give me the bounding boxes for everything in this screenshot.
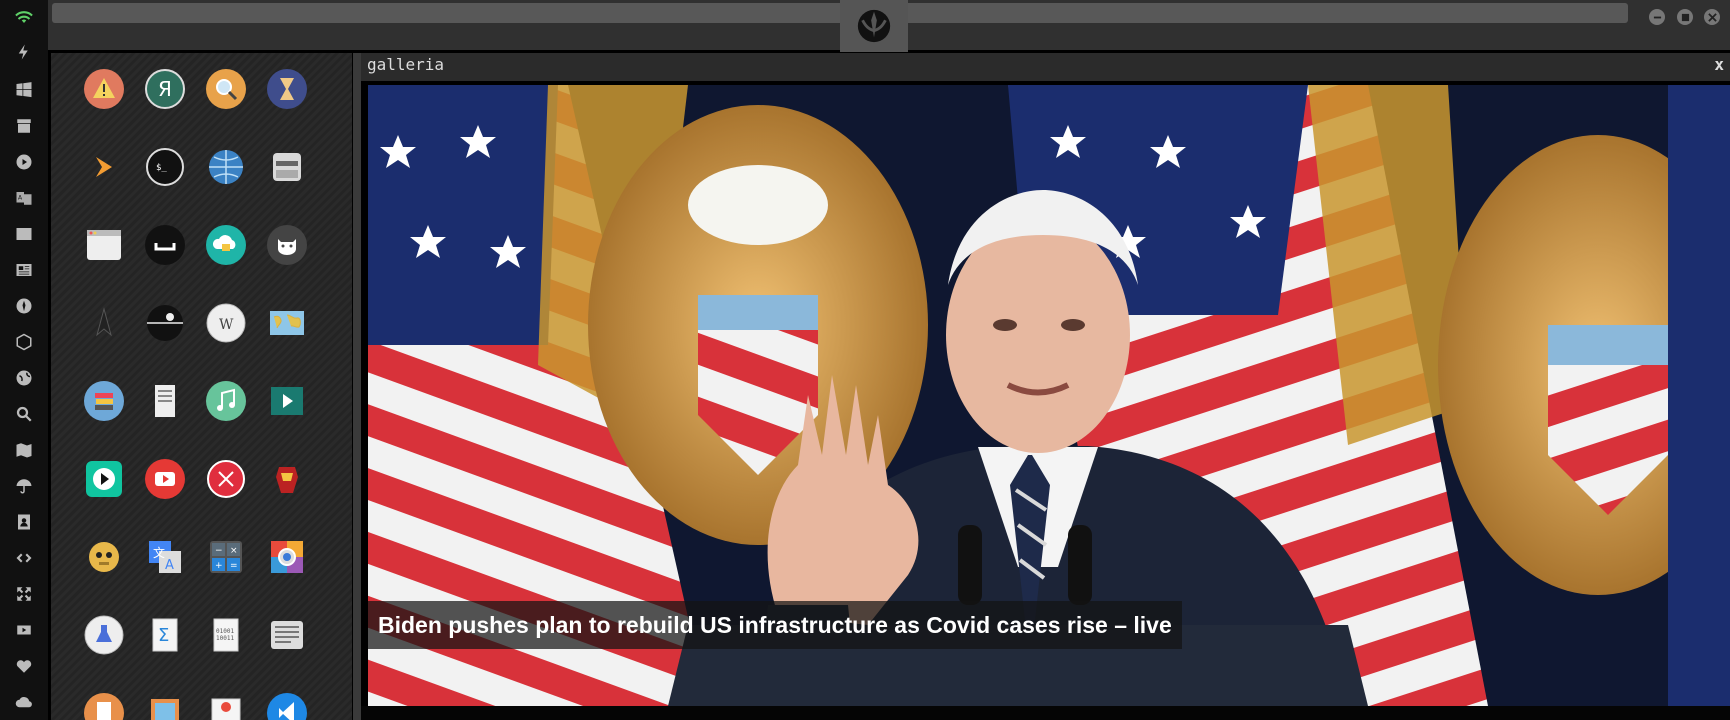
svg-text:$_: $_ — [156, 163, 167, 173]
maximize-button[interactable] — [1677, 9, 1693, 25]
binary-app-icon[interactable]: 01001 10011 — [206, 615, 246, 655]
text-app-icon[interactable] — [267, 615, 307, 655]
search-icon[interactable] — [12, 402, 36, 426]
image-viewer-app-icon[interactable] — [145, 693, 185, 720]
svg-text:−: − — [215, 546, 223, 556]
yandex-app-icon[interactable]: Я — [145, 69, 185, 109]
c3po-app-icon[interactable] — [84, 537, 124, 577]
image-icon[interactable] — [12, 222, 36, 246]
translate-icon[interactable]: A — [12, 186, 36, 210]
flash-icon[interactable] — [12, 40, 36, 64]
globe-app-icon[interactable] — [206, 147, 246, 187]
umbrella-icon[interactable] — [12, 474, 36, 498]
cloud-lock-app-icon[interactable] — [206, 225, 246, 265]
map-icon[interactable] — [12, 438, 36, 462]
svg-text:文: 文 — [153, 545, 165, 560]
archive-icon[interactable] — [12, 114, 36, 138]
hexagon-icon[interactable] — [12, 330, 36, 354]
globe-icon[interactable] — [12, 366, 36, 390]
code-icon[interactable] — [12, 546, 36, 570]
sigma-app-icon[interactable]: Σ — [145, 615, 185, 655]
windows-icon[interactable] — [12, 78, 36, 102]
wikipedia-app-icon[interactable]: W — [206, 303, 246, 343]
sublime-app-icon[interactable] — [84, 147, 124, 187]
svg-text:01001: 01001 — [216, 628, 234, 635]
calculator-app-icon[interactable]: − × + = — [206, 537, 246, 577]
photo-app-icon[interactable] — [267, 537, 307, 577]
svg-text:Σ: Σ — [158, 625, 169, 646]
contacts-icon[interactable] — [12, 510, 36, 534]
music-app-icon[interactable] — [206, 381, 246, 421]
drawer-scrollbar[interactable] — [353, 53, 361, 720]
close-window-button[interactable] — [1704, 9, 1720, 25]
github-app-icon[interactable] — [267, 225, 307, 265]
svg-text:×: × — [230, 546, 238, 556]
rebel-icon[interactable] — [12, 294, 36, 318]
svg-text:W: W — [219, 317, 234, 333]
hourglass-app-icon[interactable] — [267, 69, 307, 109]
play-icon[interactable] — [12, 150, 36, 174]
gallery-close-button[interactable]: x — [1714, 55, 1724, 74]
lab-app-icon[interactable] — [84, 615, 124, 655]
svg-text:10011: 10011 — [216, 635, 234, 642]
close-app-icon[interactable] — [206, 459, 246, 499]
warning-app-icon[interactable] — [84, 69, 124, 109]
svg-text:+: + — [215, 561, 223, 571]
startrek-app-icon[interactable] — [84, 303, 124, 343]
rebel-alliance-icon — [857, 9, 891, 43]
document-app-icon[interactable] — [84, 693, 124, 720]
gallery-title: galleria — [367, 55, 445, 74]
ubuntu-terminal-app-icon[interactable] — [145, 225, 185, 265]
cloud-icon[interactable] — [12, 690, 36, 714]
bottom-strip — [361, 706, 1730, 720]
deathstar-app-icon[interactable] — [145, 303, 185, 343]
notes-app-icon[interactable] — [145, 381, 185, 421]
gallery-header: galleria x — [361, 53, 1730, 81]
player-app-icon[interactable] — [84, 459, 124, 499]
gallery-caption: Biden pushes plan to rebuild US infrastr… — [368, 601, 1182, 649]
youtube-app-icon[interactable] — [145, 459, 185, 499]
youtube-icon[interactable] — [12, 618, 36, 642]
vscode-app-icon[interactable] — [267, 693, 307, 720]
rebel-logo-tab[interactable] — [840, 0, 908, 52]
heart-icon[interactable] — [12, 654, 36, 678]
svg-text:A: A — [165, 558, 174, 573]
slides-app-icon[interactable] — [206, 693, 246, 720]
books-app-icon[interactable] — [84, 381, 124, 421]
svg-text:Я: Я — [158, 77, 172, 101]
expand-icon[interactable] — [12, 582, 36, 606]
news-icon[interactable] — [12, 258, 36, 282]
ironman-app-icon[interactable] — [267, 459, 307, 499]
terminal-app-icon[interactable]: $_ — [145, 147, 185, 187]
left-rail: A — [0, 0, 48, 720]
video-app-icon[interactable] — [267, 381, 307, 421]
minimize-button[interactable] — [1649, 9, 1665, 25]
window-app-icon[interactable] — [84, 225, 124, 265]
scanner-app-icon[interactable] — [267, 147, 307, 187]
worldmap-app-icon[interactable] — [267, 303, 307, 343]
wifi-icon[interactable] — [12, 5, 36, 29]
app-drawer: Я $_ W 文A − × + = Σ 01001 10011 — [51, 53, 352, 720]
svg-text:=: = — [230, 561, 238, 571]
search-app-icon[interactable] — [206, 69, 246, 109]
translate-app-icon[interactable]: 文A — [145, 537, 185, 577]
top-bar — [48, 0, 1730, 52]
